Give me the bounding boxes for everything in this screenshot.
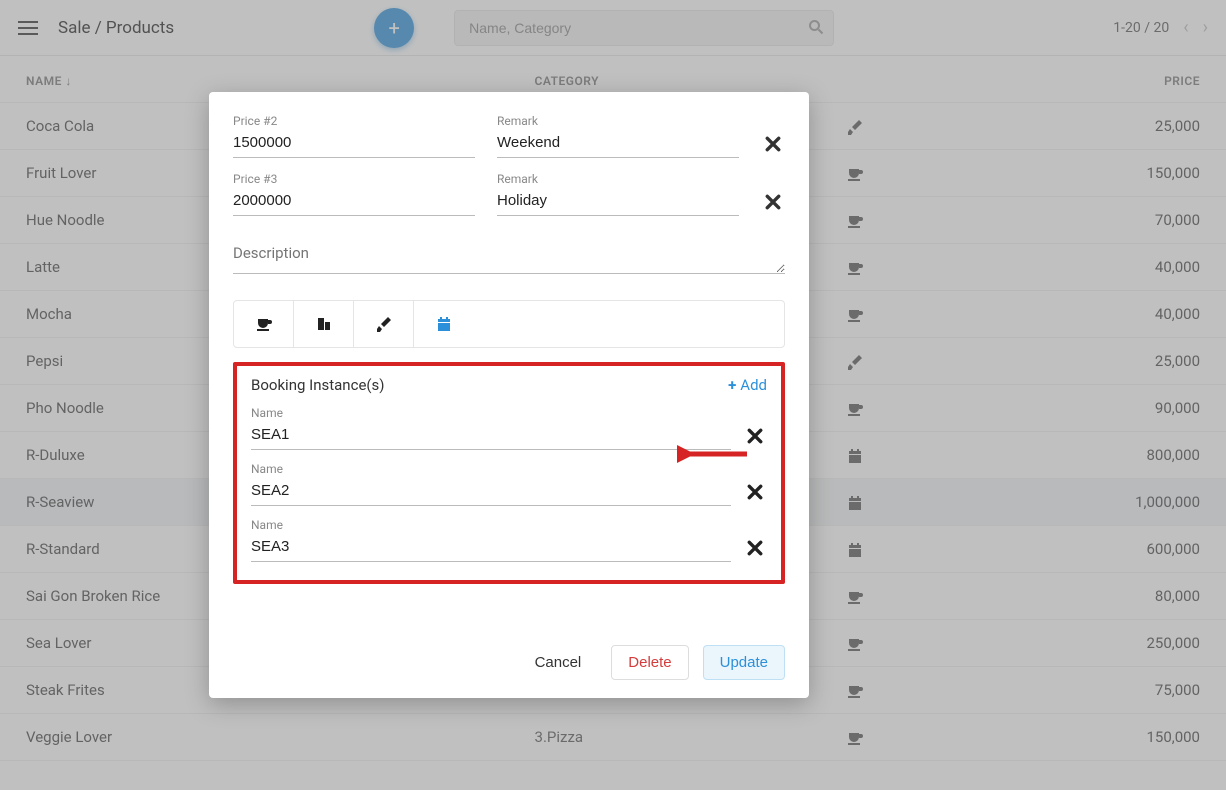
brush-icon bbox=[376, 316, 392, 332]
booking-title: Booking Instance(s) bbox=[251, 376, 385, 394]
tab-brush[interactable] bbox=[354, 301, 414, 347]
delete-button[interactable]: Delete bbox=[611, 645, 688, 680]
cup-icon bbox=[256, 316, 272, 332]
description-input[interactable] bbox=[233, 240, 785, 274]
product-modal: Price #2 Remark Price #3 Remark Booking Ins… bbox=[209, 92, 809, 698]
tab-building[interactable] bbox=[294, 301, 354, 347]
tab-calendar[interactable] bbox=[414, 301, 474, 347]
remove-price-button[interactable] bbox=[761, 133, 785, 158]
remove-instance-button[interactable] bbox=[747, 482, 767, 506]
price-input[interactable] bbox=[233, 188, 475, 216]
instance-name-label: Name bbox=[251, 462, 731, 476]
booking-instance-row: Name bbox=[251, 462, 767, 506]
cancel-button[interactable]: Cancel bbox=[519, 646, 598, 679]
booking-section: Booking Instance(s) Add Name Name Name bbox=[233, 362, 785, 584]
price-label: Price #3 bbox=[233, 172, 475, 186]
remove-instance-button[interactable] bbox=[747, 426, 767, 450]
calendar-icon bbox=[436, 316, 452, 332]
update-button[interactable]: Update bbox=[703, 645, 785, 680]
tab-cup[interactable] bbox=[234, 301, 294, 347]
instance-name-input[interactable] bbox=[251, 422, 731, 450]
detail-tabs bbox=[233, 300, 785, 348]
remark-label: Remark bbox=[497, 114, 739, 128]
instance-name-label: Name bbox=[251, 406, 731, 420]
remark-label: Remark bbox=[497, 172, 739, 186]
remove-instance-button[interactable] bbox=[747, 538, 767, 562]
booking-add-button[interactable]: Add bbox=[728, 376, 767, 394]
building-icon bbox=[316, 316, 332, 332]
booking-instance-row: Name bbox=[251, 406, 767, 450]
remark-input[interactable] bbox=[497, 188, 739, 216]
price-label: Price #2 bbox=[233, 114, 475, 128]
instance-name-label: Name bbox=[251, 518, 731, 532]
instance-name-input[interactable] bbox=[251, 534, 731, 562]
remark-input[interactable] bbox=[497, 130, 739, 158]
price-input[interactable] bbox=[233, 130, 475, 158]
booking-instance-row: Name bbox=[251, 518, 767, 562]
instance-name-input[interactable] bbox=[251, 478, 731, 506]
remove-price-button[interactable] bbox=[761, 191, 785, 216]
